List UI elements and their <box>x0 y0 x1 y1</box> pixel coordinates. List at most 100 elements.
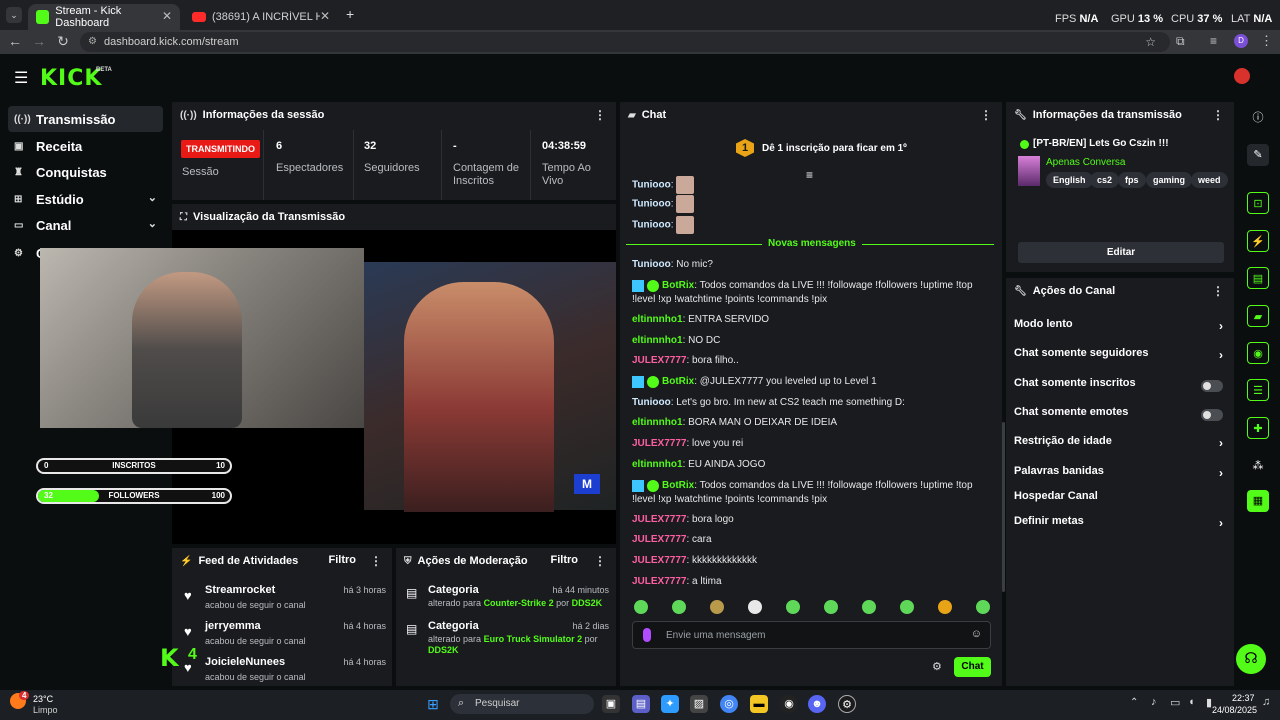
edit-stream-button[interactable]: Editar <box>1018 242 1224 263</box>
close-tab-icon[interactable]: ✕ <box>320 9 330 23</box>
sidebar-item-estudio[interactable]: ⊞ Estúdio ⌄ <box>8 186 163 212</box>
action-set-goals[interactable]: Definir metas › <box>1014 515 1229 535</box>
kick-logo[interactable]: KICK <box>40 66 102 91</box>
chat-username[interactable]: Tuniooo <box>632 397 671 408</box>
more-options-icon[interactable]: ⋮ <box>370 554 382 568</box>
forward-icon[interactable]: → <box>30 33 48 49</box>
feed-user[interactable]: Streamrocket <box>205 584 275 596</box>
tab-search-icon[interactable]: ⌄ <box>6 7 22 23</box>
tab-youtube[interactable]: (38691) A INCRÍVEL HISTÓRIA d... ✕ <box>184 4 338 30</box>
tray-network-icon[interactable]: ▭ <box>1170 696 1180 709</box>
emote-quick-icon[interactable] <box>862 600 876 614</box>
tab-kick-dashboard[interactable]: Stream - Kick Dashboard ✕ <box>28 4 180 30</box>
send-chat-button[interactable]: Chat <box>954 657 991 677</box>
emote-quick-icon[interactable] <box>938 600 952 614</box>
sidebar-item-receita[interactable]: ▣ Receita <box>8 133 163 159</box>
discord-icon[interactable]: ☻ <box>808 695 826 713</box>
moderation-filter-button[interactable]: Filtro <box>551 554 579 566</box>
bookmark-star-icon[interactable]: ☆ <box>1145 32 1156 52</box>
chat-settings-gear-icon[interactable]: ⚙ <box>932 660 942 673</box>
sidebar-item-conquistas[interactable]: ♜ Conquistas <box>8 159 163 185</box>
back-icon[interactable]: ← <box>6 33 24 49</box>
chat-username[interactable]: eltinnnho1 <box>632 459 683 470</box>
stream-tag[interactable]: gaming <box>1146 172 1193 188</box>
chat-username[interactable]: eltinnnho1 <box>632 335 683 346</box>
chat-scrollbar[interactable] <box>1002 422 1005 592</box>
feed-user[interactable]: JoicieleNunees <box>205 656 285 668</box>
document-icon[interactable]: ▤ <box>1247 267 1269 289</box>
windows-start-icon[interactable]: ⊞ <box>424 695 442 713</box>
chat-username[interactable]: JULEX7777 <box>632 576 686 587</box>
broadcast-rail-icon[interactable]: ◉ <box>1247 342 1269 364</box>
connect-icon[interactable]: ⁂ <box>1247 455 1269 477</box>
notifications-bell-icon[interactable]: ♫ <box>1262 696 1270 708</box>
more-options-icon[interactable]: ⋮ <box>1212 108 1224 122</box>
task-view-icon[interactable]: ▣ <box>602 695 620 713</box>
stream-tag[interactable]: fps <box>1118 172 1146 188</box>
stream-tag[interactable]: cs2 <box>1090 172 1120 188</box>
more-options-icon[interactable]: ⋮ <box>594 554 606 568</box>
more-options-icon[interactable]: ⋮ <box>980 108 992 122</box>
stream-tag[interactable]: English <box>1046 172 1093 188</box>
chat-username[interactable]: Tuniooo <box>632 180 671 191</box>
wrench-rail-icon[interactable]: ✚ <box>1247 417 1269 439</box>
tray-volume-icon[interactable]: ◖ <box>1188 696 1195 708</box>
action-followers-only[interactable]: Chat somente seguidores › <box>1014 347 1229 367</box>
emote-quick-icon[interactable] <box>634 600 648 614</box>
pencil-icon[interactable]: ✎ <box>1247 144 1269 166</box>
clock-time[interactable]: 22:37 <box>1232 693 1255 703</box>
browser-menu-icon[interactable]: ⋮ <box>1260 33 1273 49</box>
tray-mic-icon[interactable]: ♪ <box>1151 696 1157 708</box>
chat-username[interactable]: Tuniooo <box>632 220 671 231</box>
stream-tag[interactable]: weed <box>1191 172 1228 188</box>
subscribers-only-toggle[interactable] <box>1201 380 1223 392</box>
steam-icon[interactable]: ⚙ <box>838 695 856 713</box>
action-host-channel[interactable]: Hospedar Canal <box>1014 490 1229 510</box>
layout-icon[interactable]: ☰ <box>1247 379 1269 401</box>
obs-icon[interactable]: ◉ <box>780 695 798 713</box>
teams-icon[interactable]: ▤ <box>632 695 650 713</box>
screenshot-icon[interactable]: ⊡ <box>1247 192 1269 214</box>
feed-user[interactable]: jerryemma <box>205 620 261 632</box>
new-tab-button[interactable]: + <box>346 6 354 22</box>
feed-filter-button[interactable]: Filtro <box>329 554 357 566</box>
user-avatar[interactable] <box>1234 68 1250 84</box>
emote-quick-icon[interactable] <box>672 600 686 614</box>
chat-username[interactable]: JULEX7777 <box>632 555 686 566</box>
chat-username[interactable]: eltinnnho1 <box>632 314 683 325</box>
chrome-icon[interactable]: ◎ <box>720 695 738 713</box>
copilot-icon[interactable]: ✦ <box>661 695 679 713</box>
chat-username[interactable]: JULEX7777 <box>632 514 686 525</box>
action-slow-mode[interactable]: Modo lento › <box>1014 318 1229 338</box>
profile-avatar[interactable]: D <box>1234 34 1248 48</box>
info-icon[interactable]: ⓘ <box>1247 107 1269 129</box>
chat-username[interactable]: Tuniooo <box>632 199 671 210</box>
site-info-icon[interactable]: ⚙ <box>88 32 97 52</box>
url-field[interactable]: ⚙ dashboard.kick.com/stream ☆ <box>80 32 1170 52</box>
clock-date[interactable]: 24/08/2025 <box>1212 705 1257 715</box>
reload-icon[interactable]: ↻ <box>54 33 72 50</box>
taskbar-search-box[interactable]: ⌕ Pesquisar <box>450 694 594 714</box>
chat-rail-icon[interactable]: ▰ <box>1247 305 1269 327</box>
emote-quick-icon[interactable] <box>824 600 838 614</box>
chat-input-box[interactable]: Envie uma mensagem ☺ <box>632 621 991 649</box>
sidebar-item-canal[interactable]: ▭ Canal ⌄ <box>8 212 163 238</box>
stream-category[interactable]: Apenas Conversa <box>1046 157 1126 168</box>
emote-quick-icon[interactable] <box>786 600 800 614</box>
action-age-restriction[interactable]: Restrição de idade › <box>1014 435 1229 455</box>
file-explorer-icon[interactable]: ▬ <box>750 695 768 713</box>
close-tab-icon[interactable]: ✕ <box>162 9 172 23</box>
emoji-picker-icon[interactable]: ☺ <box>971 628 982 640</box>
emote-quick-icon[interactable] <box>710 600 724 614</box>
emote-quick-icon[interactable] <box>748 600 762 614</box>
extensions-icon[interactable]: ⧉ <box>1176 34 1185 49</box>
chat-username[interactable]: JULEX7777 <box>632 534 686 545</box>
photos-icon[interactable]: ▨ <box>690 695 708 713</box>
lightning-icon[interactable]: ⚡ <box>1247 230 1269 252</box>
chat-username[interactable]: eltinnnho1 <box>632 417 683 428</box>
tray-chevron-up-icon[interactable]: ⌃ <box>1130 697 1138 708</box>
action-banned-words[interactable]: Palavras banidas › <box>1014 465 1229 485</box>
emote-quick-icon[interactable] <box>976 600 990 614</box>
more-options-icon[interactable]: ⋮ <box>594 108 606 122</box>
support-headset-icon[interactable]: ☊ <box>1236 644 1266 674</box>
